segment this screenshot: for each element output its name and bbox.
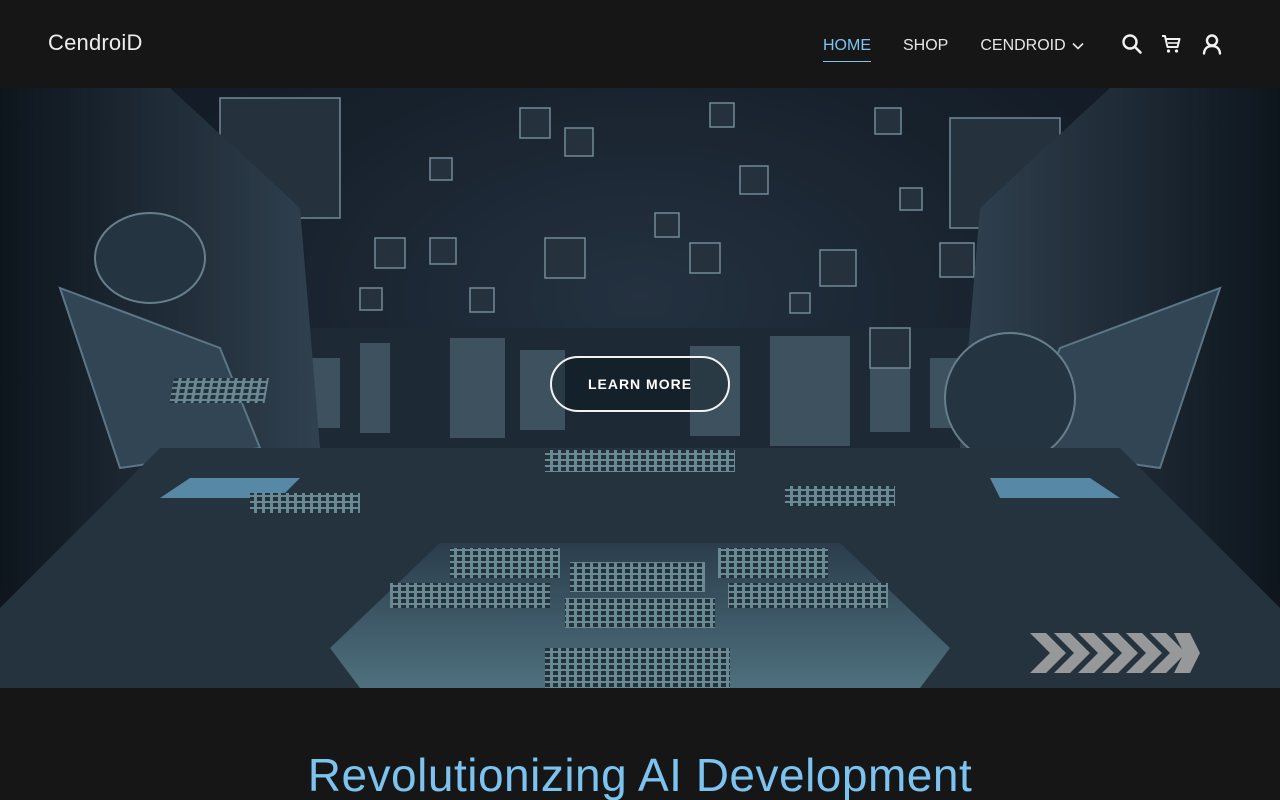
section-headline: Revolutionizing AI Development	[307, 749, 973, 800]
nav-home[interactable]: HOME	[823, 36, 871, 62]
site-header: CendroiD HOME SHOP CENDROID	[0, 0, 1280, 88]
nav-cendroid-label: CENDROID	[980, 37, 1066, 54]
main-nav: HOME SHOP CENDROID	[823, 36, 1084, 62]
nav-cendroid[interactable]: CENDROID	[980, 36, 1084, 62]
nav-shop[interactable]: SHOP	[903, 36, 948, 62]
search-icon[interactable]	[1121, 33, 1143, 55]
cart-icon[interactable]	[1160, 33, 1182, 55]
intro-section: Revolutionizing AI Development	[0, 688, 1280, 800]
learn-more-button[interactable]: LEARN MORE	[550, 356, 730, 412]
hero-banner: LEARN MORE	[0, 88, 1280, 688]
account-icon[interactable]	[1201, 33, 1223, 55]
site-logo[interactable]: CendroiD	[48, 30, 143, 56]
chevron-down-icon	[1072, 42, 1084, 50]
